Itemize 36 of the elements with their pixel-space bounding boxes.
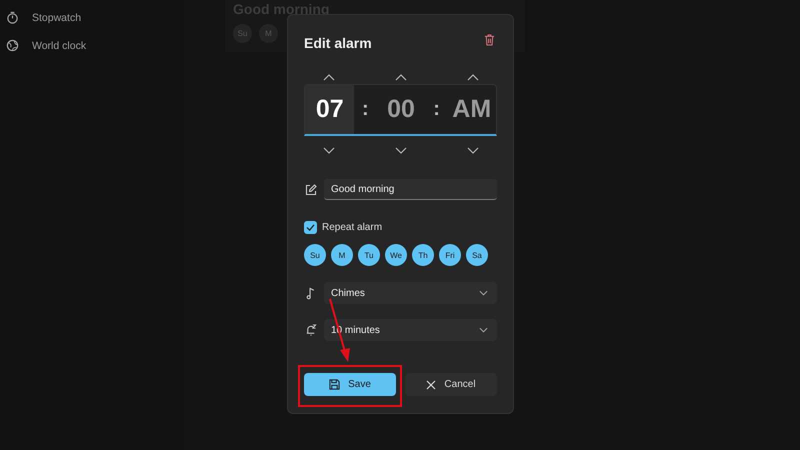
sidebar-item[interactable]: Stopwatch xyxy=(0,8,185,36)
delete-icon[interactable] xyxy=(484,34,495,46)
globe-icon xyxy=(6,39,19,52)
down-chevron-icon[interactable] xyxy=(323,146,335,154)
dialog-title: Edit alarm xyxy=(304,35,372,51)
up-chevron-icon[interactable] xyxy=(466,74,478,80)
repeat-label: Repeat alarm xyxy=(322,222,382,233)
repeat-checkbox[interactable] xyxy=(304,221,317,234)
day-toggle[interactable]: Fri xyxy=(439,244,461,266)
down-chevron-icon[interactable] xyxy=(466,146,478,154)
down-chevron-icon[interactable] xyxy=(395,146,407,154)
edit-icon xyxy=(304,184,318,196)
day-toggle[interactable]: Th xyxy=(412,244,434,266)
day-toggle[interactable]: Tu xyxy=(358,244,380,266)
cancel-button[interactable]: Cancel xyxy=(405,373,497,396)
stopwatch-icon xyxy=(6,11,19,24)
day-toggle[interactable]: Sa xyxy=(466,244,488,266)
chevron-icon xyxy=(479,290,488,296)
time-segment[interactable]: AM xyxy=(448,85,496,134)
day-toggle[interactable]: M xyxy=(331,244,353,266)
save-button[interactable]: Save xyxy=(304,373,396,396)
up-chevron-icon[interactable] xyxy=(395,74,407,80)
sidebar-item[interactable]: World clock xyxy=(0,36,185,64)
time-separator: : xyxy=(433,98,440,121)
save-icon xyxy=(329,379,340,390)
close-icon xyxy=(426,380,436,390)
time-separator: : xyxy=(362,98,369,121)
sound-dropdown[interactable]: Chimes xyxy=(324,282,497,304)
time-segment[interactable]: 07 xyxy=(305,85,354,134)
alarm-name-field[interactable]: Good morning xyxy=(324,179,497,200)
time-segment[interactable]: 00 xyxy=(376,85,426,134)
snooze-bell-icon xyxy=(304,324,318,336)
day-toggle[interactable]: We xyxy=(385,244,407,266)
day-toggle[interactable]: Su xyxy=(304,244,326,266)
chevron-icon xyxy=(479,327,488,333)
up-chevron-icon[interactable] xyxy=(323,74,335,80)
